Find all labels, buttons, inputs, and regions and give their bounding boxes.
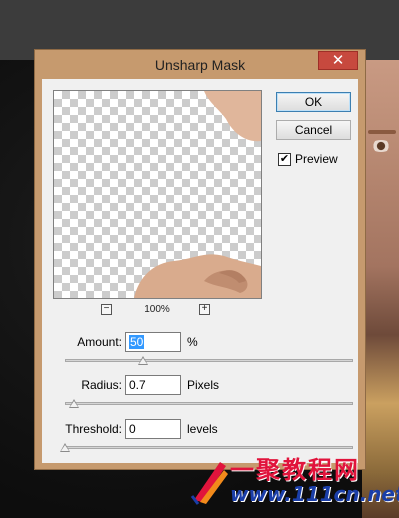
close-icon: ✕ [331,52,345,69]
threshold-label: Threshold: [65,422,122,436]
preview-checkbox[interactable]: ✔ [278,153,291,166]
zoom-out-button[interactable]: − [101,304,112,315]
preview-image [134,91,261,298]
threshold-input[interactable]: 0 [125,419,181,439]
zoom-in-button[interactable]: + [199,304,210,315]
plus-icon: + [201,303,208,314]
amount-label: Amount: [77,335,122,349]
watermark: 一聚教程网 www.111cn.net [190,450,399,512]
amount-input[interactable]: 50 [125,332,181,352]
dialog-title: Unsharp Mask [154,57,246,73]
threshold-slider-thumb[interactable] [60,443,70,452]
zoom-level: 100% [144,304,170,315]
watermark-logo-icon [190,462,228,505]
minus-icon: − [103,303,110,314]
ok-button[interactable]: OK [276,92,351,112]
amount-value: 50 [129,335,145,349]
dialog-titlebar[interactable]: Unsharp Mask ✕ [35,50,365,78]
dialog-client: − 100% + OK Cancel ✔ Preview Amount: 50 … [42,79,358,463]
amount-unit: % [187,335,198,349]
radius-slider-thumb[interactable] [68,399,79,408]
cancel-button[interactable]: Cancel [276,120,351,140]
preview-label: Preview [295,152,338,166]
threshold-slider-track[interactable] [65,446,353,449]
photo-brow [368,130,396,134]
radius-label: Radius: [81,378,122,392]
check-icon: ✔ [279,153,290,165]
radius-slider-track[interactable] [65,402,353,405]
radius-unit: Pixels [187,378,220,392]
amount-slider-thumb[interactable] [137,356,148,365]
photo-eye [370,140,392,152]
amount-slider-track[interactable] [65,359,353,362]
close-button[interactable]: ✕ [318,51,358,70]
watermark-text: 一聚教程网 [230,456,360,484]
radius-input[interactable]: 0.7 [125,375,181,395]
threshold-unit: levels [187,422,218,436]
watermark-url: www.111cn.net [230,482,399,506]
unsharp-mask-dialog: Unsharp Mask ✕ − 100% + OK Cancel ✔ Prev… [34,49,366,470]
preview-window[interactable] [53,90,262,299]
